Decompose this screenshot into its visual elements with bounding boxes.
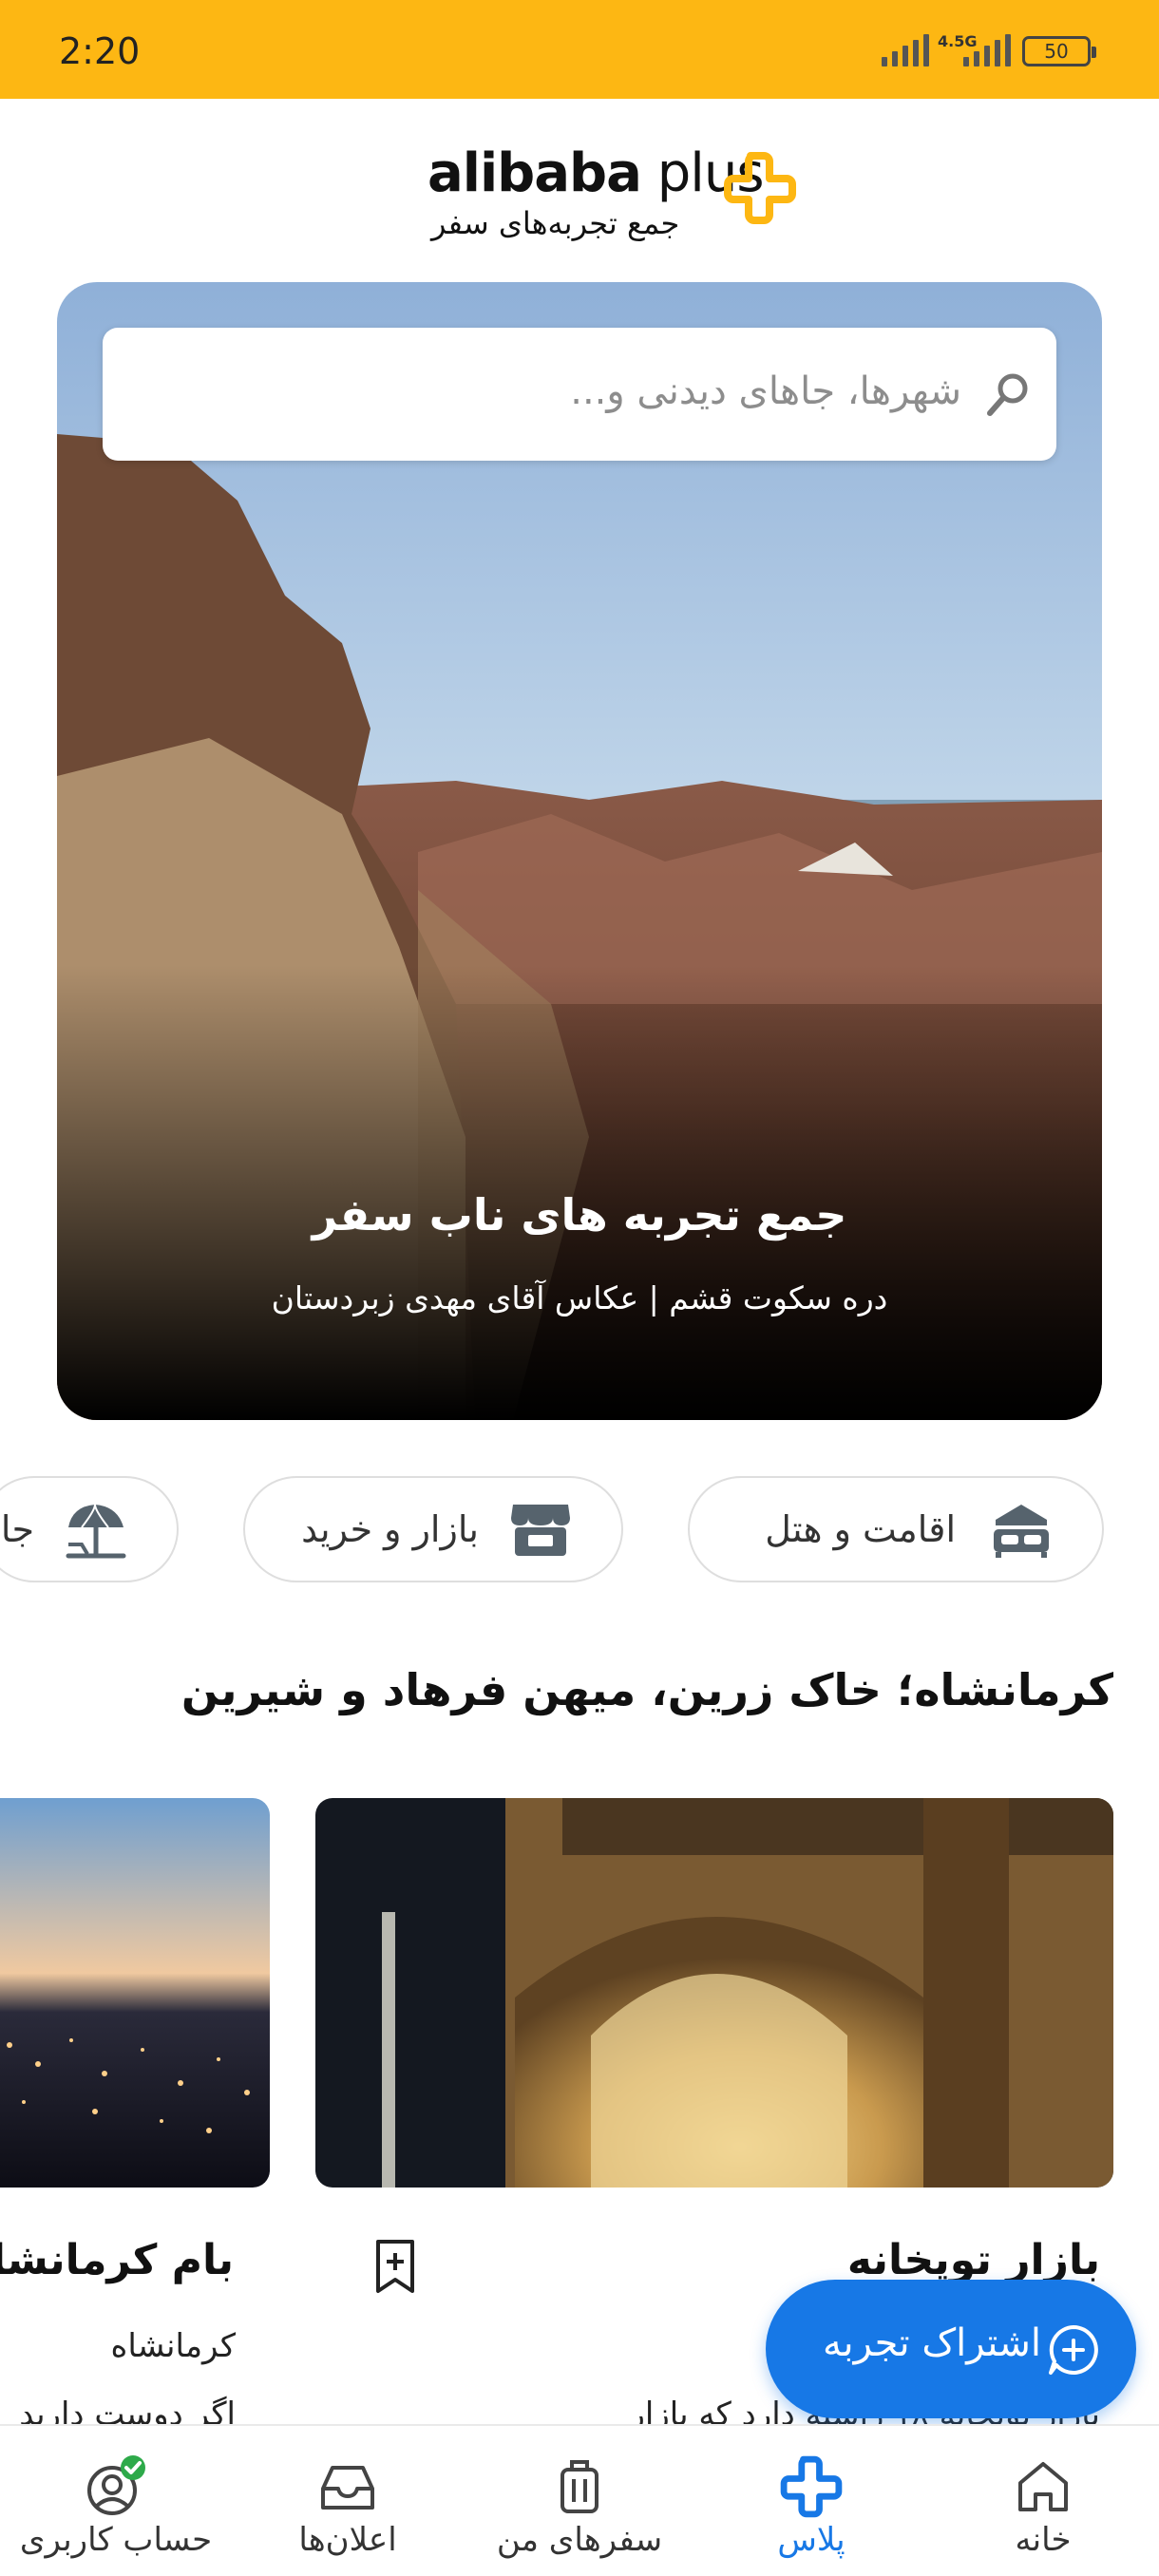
brand-name: alibaba plus [428, 142, 765, 204]
nav-item-plus[interactable]: پلاس [695, 2426, 927, 2576]
nav-item-account[interactable]: حساب کاربری [0, 2426, 232, 2576]
bottom-nav: خانه پلاس سفرهای من اعلان‌ها حساب کا [0, 2424, 1159, 2576]
category-label: اقامت و هتل [765, 1508, 956, 1550]
card-photo [315, 1798, 1113, 2188]
user-verified-icon [87, 2455, 145, 2515]
status-time: 2:20 [59, 30, 141, 72]
category-chip-shopping[interactable]: بازار و خرید [243, 1476, 623, 1582]
section-title: کرمانشاه؛ خاک زرین، میهن فرهاد و شیرین [180, 1664, 1113, 1715]
battery-icon: 50 [1022, 36, 1096, 66]
nav-item-my-trips[interactable]: سفرهای من [464, 2426, 695, 2576]
nav-item-home[interactable]: خانه [927, 2426, 1159, 2576]
plus-cross-icon [780, 2455, 843, 2518]
brand-tagline: جمع تجربه‌های سفر [431, 205, 680, 241]
battery-level: 50 [1044, 40, 1069, 63]
nav-label: حساب کاربری [19, 2521, 213, 2559]
category-chip-beach[interactable]: جا [0, 1476, 179, 1582]
nav-label: سفرهای من [496, 2521, 663, 2559]
app-logo: alibaba plus جمع تجربه‌های سفر [428, 142, 798, 247]
card-photo [0, 1798, 270, 2188]
bed-icon [994, 1505, 1049, 1558]
card-city: کرمانشاه [110, 2327, 236, 2365]
search-icon [987, 373, 1028, 416]
shop-icon [511, 1505, 570, 1556]
search-placeholder: شهرها، جاهای دیدنی و... [570, 369, 961, 413]
card-image-kermanshah-roof[interactable] [0, 1798, 270, 2188]
fab-label: اشتراک تجربه [823, 2321, 1041, 2365]
beach-umbrella-icon [66, 1504, 126, 1559]
search-input[interactable]: شهرها، جاهای دیدنی و... [103, 328, 1056, 461]
add-comment-icon [1049, 2325, 1098, 2375]
nav-label: خانه [1015, 2521, 1072, 2559]
bookmark-add-icon[interactable] [372, 2238, 418, 2295]
card-title[interactable]: بام کرمانشاه [0, 2236, 234, 2284]
category-label: جا [0, 1508, 34, 1550]
category-label: بازار و خرید [301, 1508, 479, 1550]
nav-label: پلاس [777, 2521, 846, 2559]
signal-icon [882, 34, 929, 66]
luggage-icon [560, 2460, 598, 2513]
nav-label: اعلان‌ها [298, 2521, 397, 2559]
card-image-bazaar[interactable] [315, 1798, 1113, 2188]
hero-banner[interactable]: شهرها، جاهای دیدنی و... جمع تجربه های نا… [57, 282, 1102, 1420]
plus-cross-icon [724, 152, 796, 224]
status-bar: 2:20 4.5G 50 [0, 0, 1159, 99]
inbox-icon [321, 2466, 374, 2510]
category-chip-accommodation[interactable]: اقامت و هتل [688, 1476, 1104, 1582]
share-experience-button[interactable]: اشتراک تجربه [766, 2280, 1136, 2418]
signal-icon-2 [963, 34, 1011, 66]
card-title[interactable]: بازار توپخانه [847, 2236, 1100, 2284]
home-icon [1018, 2462, 1068, 2511]
hero-title: جمع تجربه های ناب سفر [312, 1189, 847, 1241]
hero-caption: دره سکوت قشم | عکاس آقای مهدی زبردستان [271, 1279, 888, 1316]
nav-item-notifications[interactable]: اعلان‌ها [232, 2426, 464, 2576]
